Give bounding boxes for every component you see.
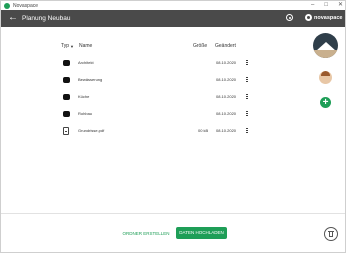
project-avatar[interactable] — [313, 33, 338, 58]
folder-icon — [63, 111, 70, 117]
create-folder-button[interactable]: ORDNER ERSTELLEN — [121, 229, 171, 238]
settings-icon[interactable] — [286, 14, 293, 21]
window-titlebar: Novaspace – □ ✕ — [1, 1, 345, 10]
column-header-date[interactable]: Geändert — [215, 43, 236, 49]
row-name: Grundrisse.pdf — [78, 128, 105, 133]
brand-mark-icon — [305, 14, 312, 21]
back-arrow-icon[interactable]: ← — [8, 12, 18, 24]
app-bar: ← Planung Neubau novaspace — [1, 10, 345, 27]
more-options-icon[interactable] — [245, 127, 249, 135]
column-header-size[interactable]: Größe — [193, 43, 207, 49]
table-header: Typ ▼ Name Größe Geändert — [59, 43, 239, 51]
row-name: Küche — [78, 94, 90, 99]
maximize-icon[interactable]: □ — [324, 1, 328, 10]
brand-logo: novaspace — [305, 14, 342, 21]
more-options-icon[interactable] — [245, 59, 249, 67]
app-window: Novaspace – □ ✕ ← Planung Neubau novaspa… — [0, 0, 346, 253]
table-row[interactable]: Rohbau 08.10.2020 — [59, 110, 259, 120]
row-date: 08.10.2020 — [216, 128, 237, 133]
table-row[interactable]: Küche 08.10.2020 — [59, 93, 259, 103]
column-header-type[interactable]: Typ — [61, 43, 69, 49]
more-options-icon[interactable] — [245, 110, 249, 118]
app-logo-icon — [4, 2, 10, 9]
trash-icon[interactable] — [324, 227, 338, 241]
minimize-icon[interactable]: – — [311, 1, 314, 10]
folder-icon — [63, 94, 70, 100]
bottom-divider — [1, 213, 345, 214]
more-options-icon[interactable] — [245, 93, 249, 101]
row-size: 00 kB — [198, 128, 209, 133]
column-header-name[interactable]: Name — [79, 43, 92, 49]
table-row[interactable]: Bewässerung 08.10.2020 — [59, 76, 259, 86]
brand-name: novaspace — [314, 14, 343, 21]
table-row[interactable]: Architekt 08.10.2020 — [59, 59, 259, 69]
page-title: Planung Neubau — [22, 15, 71, 22]
upload-button[interactable]: DATEN HOCHLADEN — [176, 227, 227, 239]
folder-icon — [63, 77, 70, 83]
row-name: Rohbau — [78, 111, 93, 116]
row-date: 08.10.2020 — [216, 111, 237, 116]
add-member-button[interactable]: + — [320, 97, 331, 108]
row-date: 08.10.2020 — [216, 94, 237, 99]
sort-down-icon[interactable]: ▼ — [70, 44, 74, 49]
row-name: Architekt — [78, 60, 94, 65]
table-row[interactable]: Grundrisse.pdf 00 kB 08.10.2020 — [59, 127, 259, 137]
file-icon — [63, 127, 69, 135]
window-controls: – □ ✕ — [311, 1, 343, 10]
folder-icon — [63, 60, 70, 66]
row-name: Bewässerung — [78, 77, 103, 82]
close-icon[interactable]: ✕ — [338, 1, 343, 10]
row-date: 08.10.2020 — [216, 77, 237, 82]
member-avatar[interactable] — [319, 71, 332, 84]
window-title: Novaspace — [13, 2, 39, 9]
row-date: 08.10.2020 — [216, 60, 237, 65]
more-options-icon[interactable] — [245, 76, 249, 84]
